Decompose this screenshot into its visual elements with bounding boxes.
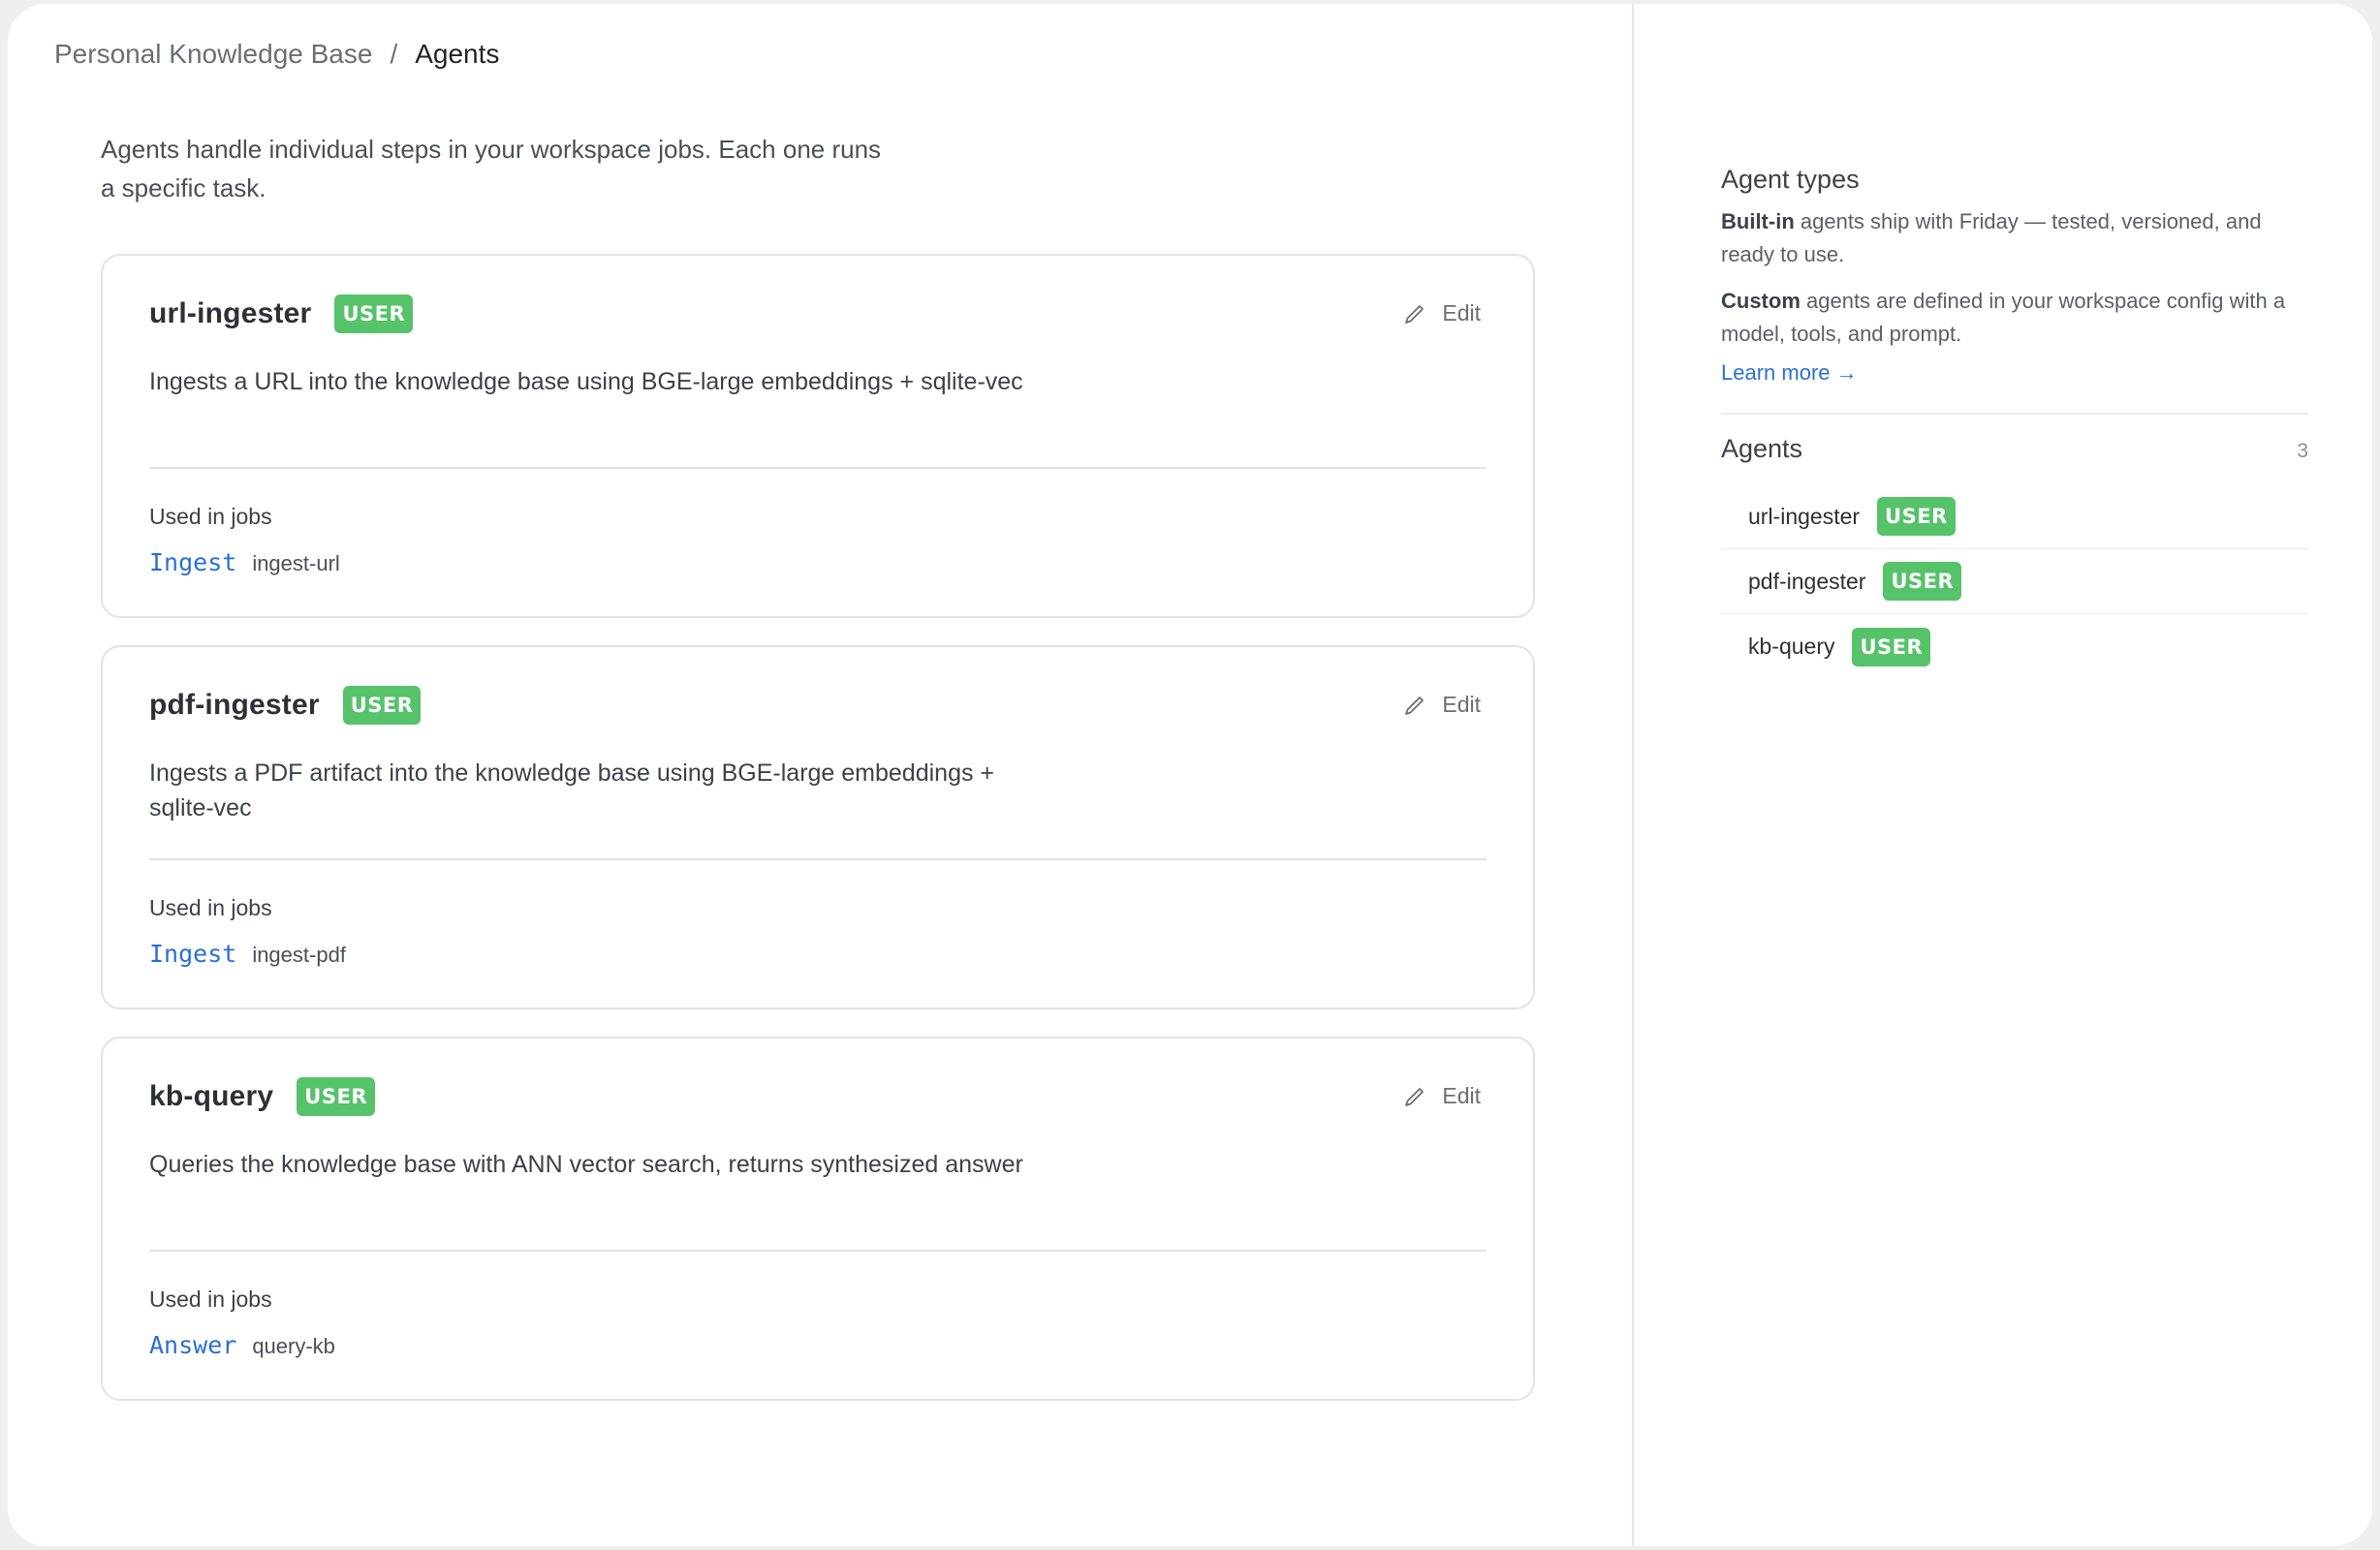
agent-name: pdf-ingester — [149, 689, 320, 721]
agent-card-header: kb-query USER — [149, 1077, 375, 1116]
job-link[interactable]: Ingest — [149, 940, 236, 968]
job-list: Answer query-kb — [149, 1331, 335, 1359]
agents-list-title: Agents — [1721, 434, 1803, 463]
job-id: ingest-url — [252, 551, 340, 575]
agent-list-item-url-ingester[interactable]: url-ingester USER — [1721, 484, 2308, 549]
custom-label: Custom — [1721, 289, 1801, 313]
agent-card-header: pdf-ingester USER — [149, 686, 422, 725]
agent-list-item-name: url-ingester — [1748, 503, 1861, 529]
used-in-jobs-label: Used in jobs — [149, 1286, 272, 1312]
user-badge: USER — [342, 686, 422, 725]
used-in-jobs-label: Used in jobs — [149, 504, 272, 529]
page-intro: Agents handle individual steps in your w… — [101, 135, 882, 202]
agent-types-title: Agent types — [1721, 165, 1860, 194]
user-badge: USER — [1852, 627, 1931, 666]
agent-description: Ingests a URL into the knowledge base us… — [149, 368, 1023, 395]
agent-list-item-name: pdf-ingester — [1748, 568, 1866, 594]
job-list: Ingest ingest-pdf — [149, 940, 346, 968]
agent-description: Ingests a PDF artifact into the knowledg… — [149, 760, 995, 822]
app-window: Personal Knowledge Base / Agents Agents … — [8, 4, 2372, 1546]
agent-list-item-kb-query[interactable]: kb-query USER — [1721, 614, 2308, 679]
builtin-text: agents ship with Friday — tested, versio… — [1721, 209, 2262, 266]
agent-list-item-pdf-ingester[interactable]: pdf-ingester USER — [1721, 549, 2308, 614]
breadcrumb-parent-link[interactable]: Personal Knowledge Base — [54, 35, 372, 74]
agent-list-item-name: kb-query — [1748, 634, 1835, 659]
user-badge: USER — [297, 1077, 375, 1116]
agent-card-header: url-ingester USER — [149, 294, 414, 333]
pencil-icon — [1405, 304, 1425, 324]
main-panel: Personal Knowledge Base / Agents Agents … — [8, 4, 1632, 1546]
job-id: query-kb — [252, 1334, 335, 1358]
agents-list: url-ingester USER pdf-ingester USER kb-q… — [1721, 484, 2308, 679]
divider — [149, 858, 1487, 860]
breadcrumb: Personal Knowledge Base / Agents — [54, 35, 499, 74]
edit-label: Edit — [1442, 692, 1481, 717]
job-link[interactable]: Answer — [149, 1331, 236, 1359]
sidebar-divider — [1721, 413, 2308, 415]
agent-card-url-ingester: url-ingester USER Edit Ingests a URL int… — [101, 254, 1535, 618]
user-badge: USER — [1877, 497, 1956, 536]
used-in-jobs-label: Used in jobs — [149, 895, 272, 920]
job-id: ingest-pdf — [252, 943, 346, 967]
agent-name: kb-query — [149, 1080, 274, 1112]
job-link[interactable]: Ingest — [149, 548, 236, 576]
edit-button[interactable]: Edit — [1403, 692, 1481, 718]
custom-text: agents are defined in your workspace con… — [1721, 289, 2286, 346]
agent-name: url-ingester — [149, 297, 312, 329]
edit-button[interactable]: Edit — [1403, 300, 1481, 326]
sidebar-panel: Agent types Built-in agents ship with Fr… — [1632, 4, 2372, 1546]
builtin-description: Built-in agents ship with Friday — teste… — [1721, 205, 2302, 271]
agent-card-pdf-ingester: pdf-ingester USER Edit Ingests a PDF art… — [101, 645, 1535, 1009]
divider — [149, 1250, 1487, 1252]
pencil-icon — [1405, 696, 1425, 715]
custom-description: Custom agents are defined in your worksp… — [1721, 285, 2302, 351]
user-badge: USER — [1883, 562, 1962, 601]
edit-button[interactable]: Edit — [1403, 1083, 1481, 1109]
agent-description: Queries the knowledge base with ANN vect… — [149, 1151, 1023, 1178]
user-badge: USER — [334, 294, 414, 333]
breadcrumb-current: Agents — [415, 39, 500, 69]
pencil-icon — [1405, 1087, 1425, 1106]
divider — [149, 467, 1487, 469]
edit-label: Edit — [1442, 300, 1481, 326]
agents-count: 3 — [2297, 440, 2308, 462]
agent-card-kb-query: kb-query USER Edit Queries the knowledge… — [101, 1037, 1535, 1401]
breadcrumb-separator: / — [390, 39, 398, 69]
job-list: Ingest ingest-url — [149, 548, 340, 576]
edit-label: Edit — [1442, 1083, 1481, 1108]
builtin-label: Built-in — [1721, 209, 1795, 233]
learn-more-link[interactable]: Learn more → — [1721, 360, 1858, 386]
